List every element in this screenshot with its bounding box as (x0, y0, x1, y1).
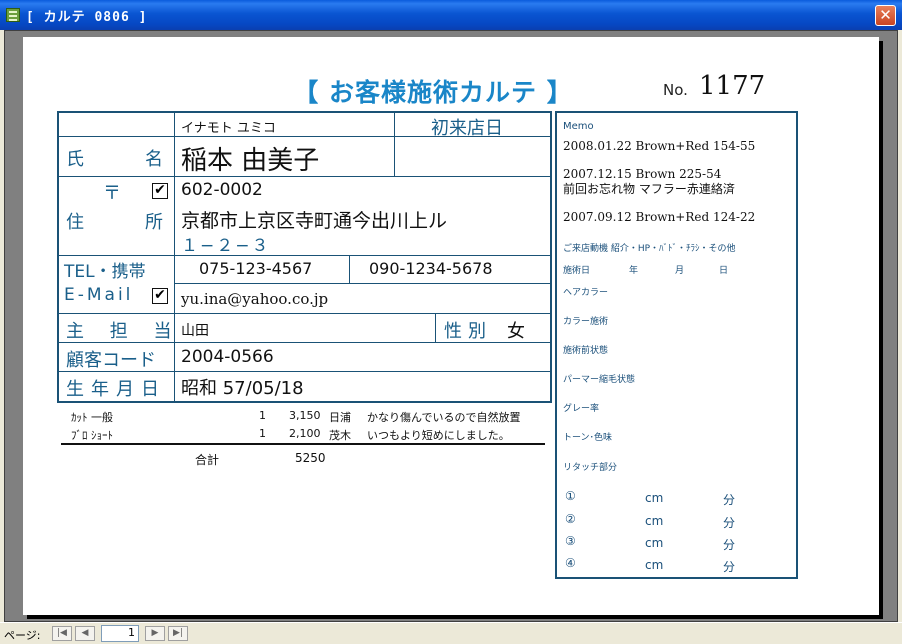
report-window: [ カルテ 0806 ] ✕ 【 お客様施術カルテ 】 No. 1177 イナモ… (0, 0, 902, 644)
customer-code-label: 顧客コード (66, 350, 156, 371)
form-title: 【 お客様施術カルテ 】 (293, 78, 573, 107)
service-staff: 日浦 (329, 411, 351, 424)
birth-label: 生年月日 (66, 379, 166, 400)
retouch-minutes: 分 (723, 493, 736, 507)
report-page: 【 お客様施術カルテ 】 No. 1177 イナモト ユミコ 初来店日 氏 名 … (23, 37, 879, 615)
retouch-unit: cm (645, 536, 664, 550)
retouch-num: ③ (565, 534, 576, 548)
last-page-button[interactable]: ▶| (168, 626, 188, 641)
next-page-button[interactable]: ▶ (145, 626, 165, 641)
status-bar: ページ: |◀ ◀ 1 ▶ ▶| (0, 622, 902, 644)
retouch-label: リタッチ部分 (563, 463, 618, 473)
window-title: [ カルテ 0806 ] (26, 10, 148, 25)
memo-entry: 2007.12.15 Brown 225-54 (563, 167, 722, 181)
gray-rate-label: グレー率 (563, 404, 600, 414)
furigana-value: イナモト ユミコ (181, 121, 276, 136)
tone-label: トーン･色味 (563, 433, 613, 443)
retouch-minutes: 分 (723, 538, 736, 552)
service-name: ｶｯﾄ 一般 (71, 411, 113, 424)
page-label: ページ: (4, 629, 41, 642)
email-label: E-Mail (64, 285, 134, 305)
email-value: yu.ina@yahoo.co.jp (181, 290, 329, 308)
retouch-unit: cm (645, 558, 664, 572)
postal-code: 602-0002 (181, 180, 263, 200)
first-visit-label: 初来店日 (431, 118, 503, 139)
prev-page-button[interactable]: ◀ (75, 626, 95, 641)
retouch-minutes: 分 (723, 560, 736, 574)
address-line-1: 京都市上京区寺町通今出川上ル (181, 210, 448, 232)
customer-name: 稲本 由美子 (181, 146, 320, 176)
treatment-date-label: 施術日 (563, 266, 591, 276)
service-staff: 茂木 (329, 429, 351, 442)
address-label-2: 所 (145, 212, 163, 233)
before-state-label: 施術前状態 (563, 346, 609, 356)
visit-motive: ご来店動機 紹介・HP・ﾊﾞﾄﾞ・ﾁﾗｼ・その他 (563, 244, 736, 254)
postal-mark: 〒 (103, 183, 121, 204)
number-label: No. (663, 81, 688, 99)
gender-value: 女 (507, 321, 525, 342)
page-number-input[interactable]: 1 (101, 625, 139, 642)
service-name: ﾌﾞﾛ ｼｮｰﾄ (71, 429, 113, 442)
tel-value: 075-123-4567 (199, 259, 313, 278)
memo-entry-note: 前回お忘れ物 マフラー赤連絡済 (563, 182, 735, 196)
service-note: いつもより短めにしました。 (367, 429, 510, 442)
total-value: 5250 (295, 451, 326, 465)
day-label: 日 (719, 266, 729, 276)
month-label: 月 (675, 266, 685, 276)
retouch-minutes: 分 (723, 516, 736, 530)
service-price: 2,100 (289, 427, 321, 440)
address-label-1: 住 (66, 212, 84, 233)
retouch-unit: cm (645, 514, 664, 528)
number-value: 1177 (699, 71, 766, 101)
memo-entry: 2007.09.12 Brown+Red 124-22 (563, 210, 756, 224)
hair-color-label: ヘアカラー (563, 288, 609, 298)
service-qty: 1 (259, 427, 266, 440)
gender-label: 性別 (444, 321, 492, 342)
name-label-1: 氏 (66, 149, 84, 170)
total-divider (61, 443, 545, 445)
close-button[interactable]: ✕ (875, 5, 896, 26)
staff-label: 主 担 当 (66, 321, 182, 342)
service-qty: 1 (259, 409, 266, 422)
memo-entry: 2008.01.22 Brown+Red 154-55 (563, 139, 756, 153)
service-price: 3,150 (289, 409, 321, 422)
color-treatment-label: カラー施術 (563, 317, 609, 327)
retouch-num: ② (565, 512, 576, 526)
mobile-value: 090-1234-5678 (369, 259, 493, 278)
customer-code-value: 2004-0566 (181, 347, 274, 367)
title-bar[interactable]: [ カルテ 0806 ] ✕ (0, 0, 902, 30)
staff-value: 山田 (181, 323, 209, 339)
total-label: 合計 (195, 453, 220, 467)
address-line-2: １−２−３ (181, 236, 271, 256)
name-label-2: 名 (145, 149, 163, 170)
memo-title: Memo (563, 121, 594, 132)
memo-panel: Memo 2008.01.22 Brown+Red 154-55 2007.12… (555, 111, 798, 579)
year-label: 年 (629, 266, 639, 276)
report-viewport[interactable]: 【 お客様施術カルテ 】 No. 1177 イナモト ユミコ 初来店日 氏 名 … (4, 30, 898, 622)
retouch-num: ④ (565, 556, 576, 570)
perm-state-label: パーマー縮毛状態 (563, 375, 636, 385)
retouch-num: ① (565, 489, 576, 503)
first-page-button[interactable]: |◀ (52, 626, 72, 641)
report-icon (6, 8, 20, 22)
service-note: かなり傷んでいるので自然放置 (367, 411, 521, 424)
email-checkbox[interactable]: ✔ (152, 288, 168, 304)
tel-label: TEL・携帯 (64, 262, 146, 282)
customer-info-table: イナモト ユミコ 初来店日 氏 名 稲本 由美子 〒 ✔ 602-0002 住 … (57, 111, 552, 403)
postal-checkbox[interactable]: ✔ (152, 183, 168, 199)
birth-value: 昭和 57/05/18 (181, 378, 304, 399)
retouch-unit: cm (645, 491, 664, 505)
